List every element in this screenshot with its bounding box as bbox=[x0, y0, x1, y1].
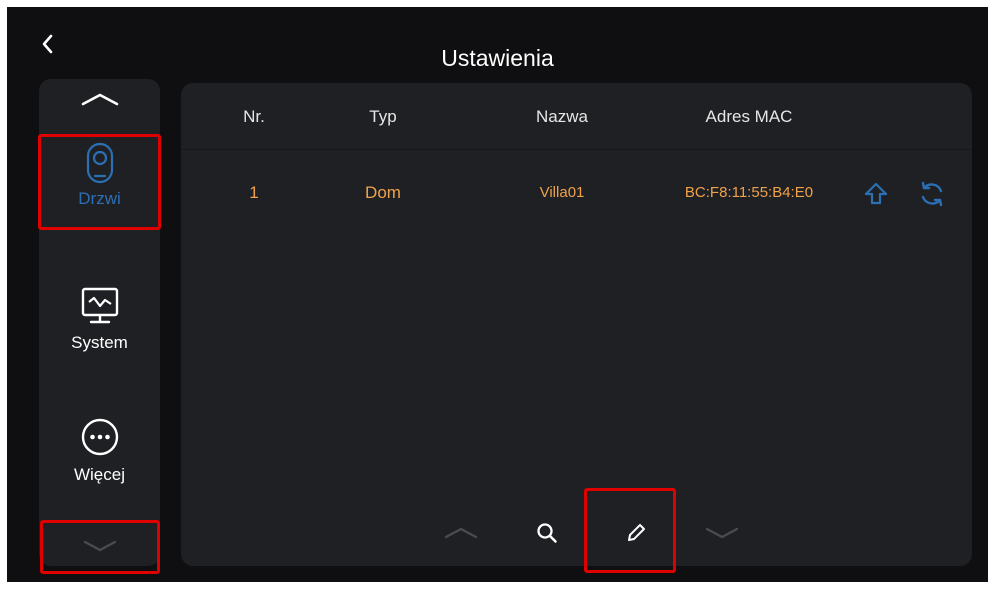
cell-nr: 1 bbox=[249, 183, 259, 202]
chevron-down-icon bbox=[705, 527, 739, 539]
column-header-mac: Adres MAC bbox=[705, 107, 793, 126]
bottom-toolbar bbox=[181, 503, 972, 563]
search-icon bbox=[537, 523, 557, 543]
table-header: Nr. Typ Nazwa Adres MAC bbox=[181, 83, 972, 150]
chevron-up-icon bbox=[444, 527, 478, 539]
refresh-icon bbox=[921, 181, 943, 207]
monitor-icon bbox=[81, 287, 118, 324]
sidebar-item-label: System bbox=[71, 333, 128, 352]
column-header-nazwa: Nazwa bbox=[536, 107, 588, 126]
more-icon bbox=[81, 418, 118, 456]
device-screen: Ustawienia Drzwi System Więcej Nr. Typ N… bbox=[7, 7, 988, 582]
camera-icon bbox=[86, 143, 113, 184]
edit-button[interactable] bbox=[618, 517, 654, 549]
sidebar-item-label: Więcej bbox=[73, 465, 125, 484]
device-table-panel: Nr. Typ Nazwa Adres MAC 1 Dom Villa01 BC… bbox=[181, 83, 972, 566]
chevron-up-icon bbox=[81, 93, 118, 106]
sidebar-scroll-up-button[interactable] bbox=[55, 84, 144, 114]
sidebar: Drzwi System Więcej bbox=[39, 79, 160, 566]
page-down-button[interactable] bbox=[704, 517, 740, 549]
upload-arrow-icon bbox=[864, 182, 888, 205]
sidebar-item-label: Drzwi bbox=[78, 189, 121, 208]
pencil-icon bbox=[628, 524, 645, 541]
sidebar-item-system[interactable]: System bbox=[39, 287, 160, 353]
refresh-button[interactable] bbox=[919, 181, 945, 207]
cell-mac: BC:F8:11:55:B4:E0 bbox=[684, 184, 814, 201]
page-up-button[interactable] bbox=[443, 517, 479, 549]
sidebar-item-drzwi[interactable]: Drzwi bbox=[39, 143, 160, 209]
cell-nazwa: Villa01 bbox=[539, 184, 585, 201]
column-header-nr: Nr. bbox=[243, 107, 265, 126]
search-button[interactable] bbox=[529, 517, 565, 549]
column-header-typ: Typ bbox=[369, 107, 397, 126]
table-row[interactable]: 1 Dom Villa01 BC:F8:11:55:B4:E0 bbox=[181, 169, 972, 217]
chevron-down-icon bbox=[83, 540, 116, 552]
upload-button[interactable] bbox=[863, 181, 889, 207]
page-title: Ustawienia bbox=[441, 45, 554, 71]
cell-typ: Dom bbox=[365, 183, 401, 202]
sidebar-scroll-down-button[interactable] bbox=[55, 531, 144, 561]
sidebar-item-wiecej[interactable]: Więcej bbox=[39, 417, 160, 485]
